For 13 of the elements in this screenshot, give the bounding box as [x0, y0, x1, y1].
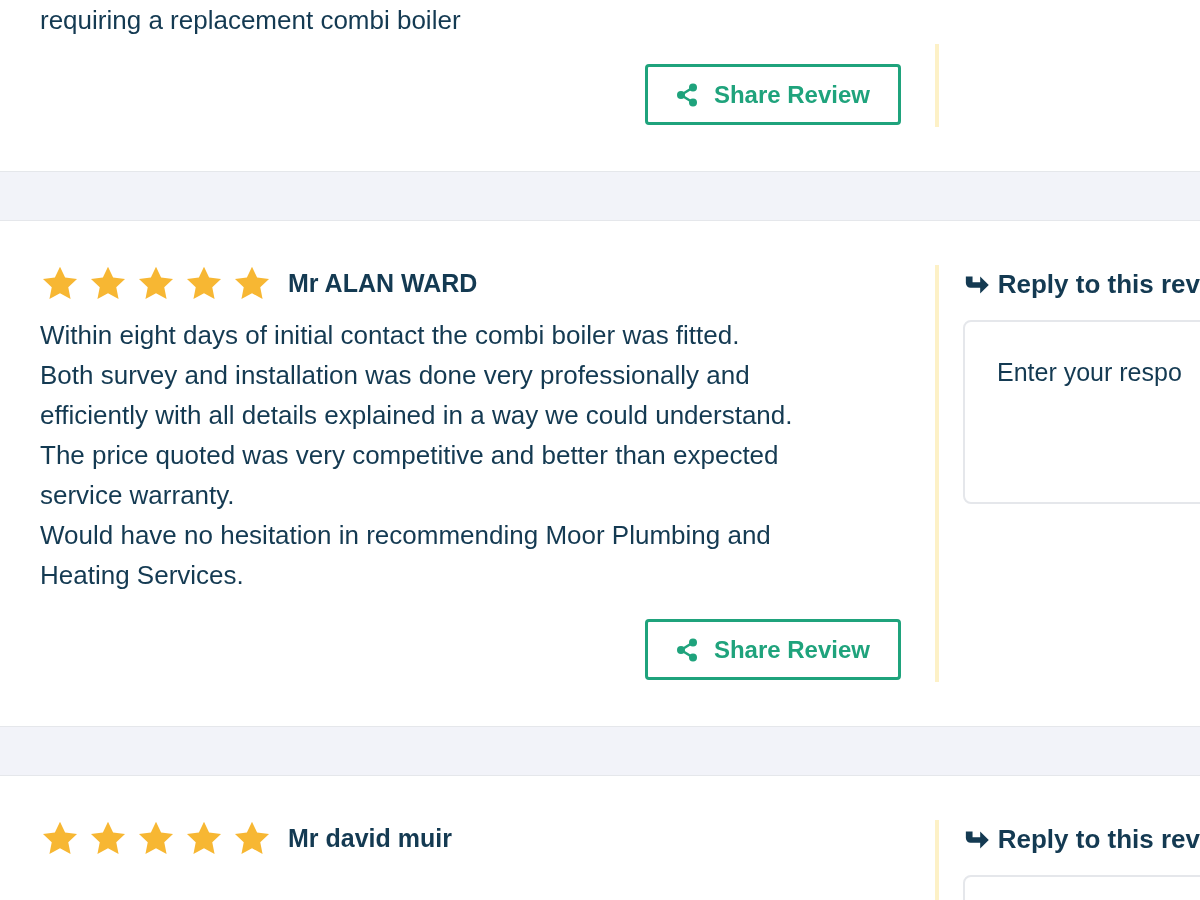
reply-heading: Reply to this rev: [997, 823, 1200, 856]
reviewer-name: Mr david muir: [288, 823, 452, 855]
review-text: requiring a replacement combi boiler: [40, 4, 462, 37]
share-review-button[interactable]: Share Review: [644, 64, 901, 125]
share-icon: [675, 82, 698, 107]
reply-heading: Reply to this rev: [997, 268, 1200, 301]
reply-arrow-icon: [963, 273, 990, 296]
share-icon: [675, 637, 698, 662]
reviewer-name: Mr ALAN WARD: [288, 268, 478, 300]
reply-arrow-icon: [963, 828, 990, 851]
share-review-button[interactable]: Share Review: [644, 619, 901, 680]
review-text: Within eight days of initial contact the combi boiler was fitted. Both survey and installation was done very professionally and efficiently with all details explained in a way we could understand. The price quoted was very competitive and better than expected service warranty. Would have no hesitation in recommending Moor Plumbing and Heating Services.: [40, 319, 794, 592]
response-field[interactable]: Enter your respo: [963, 320, 1200, 504]
